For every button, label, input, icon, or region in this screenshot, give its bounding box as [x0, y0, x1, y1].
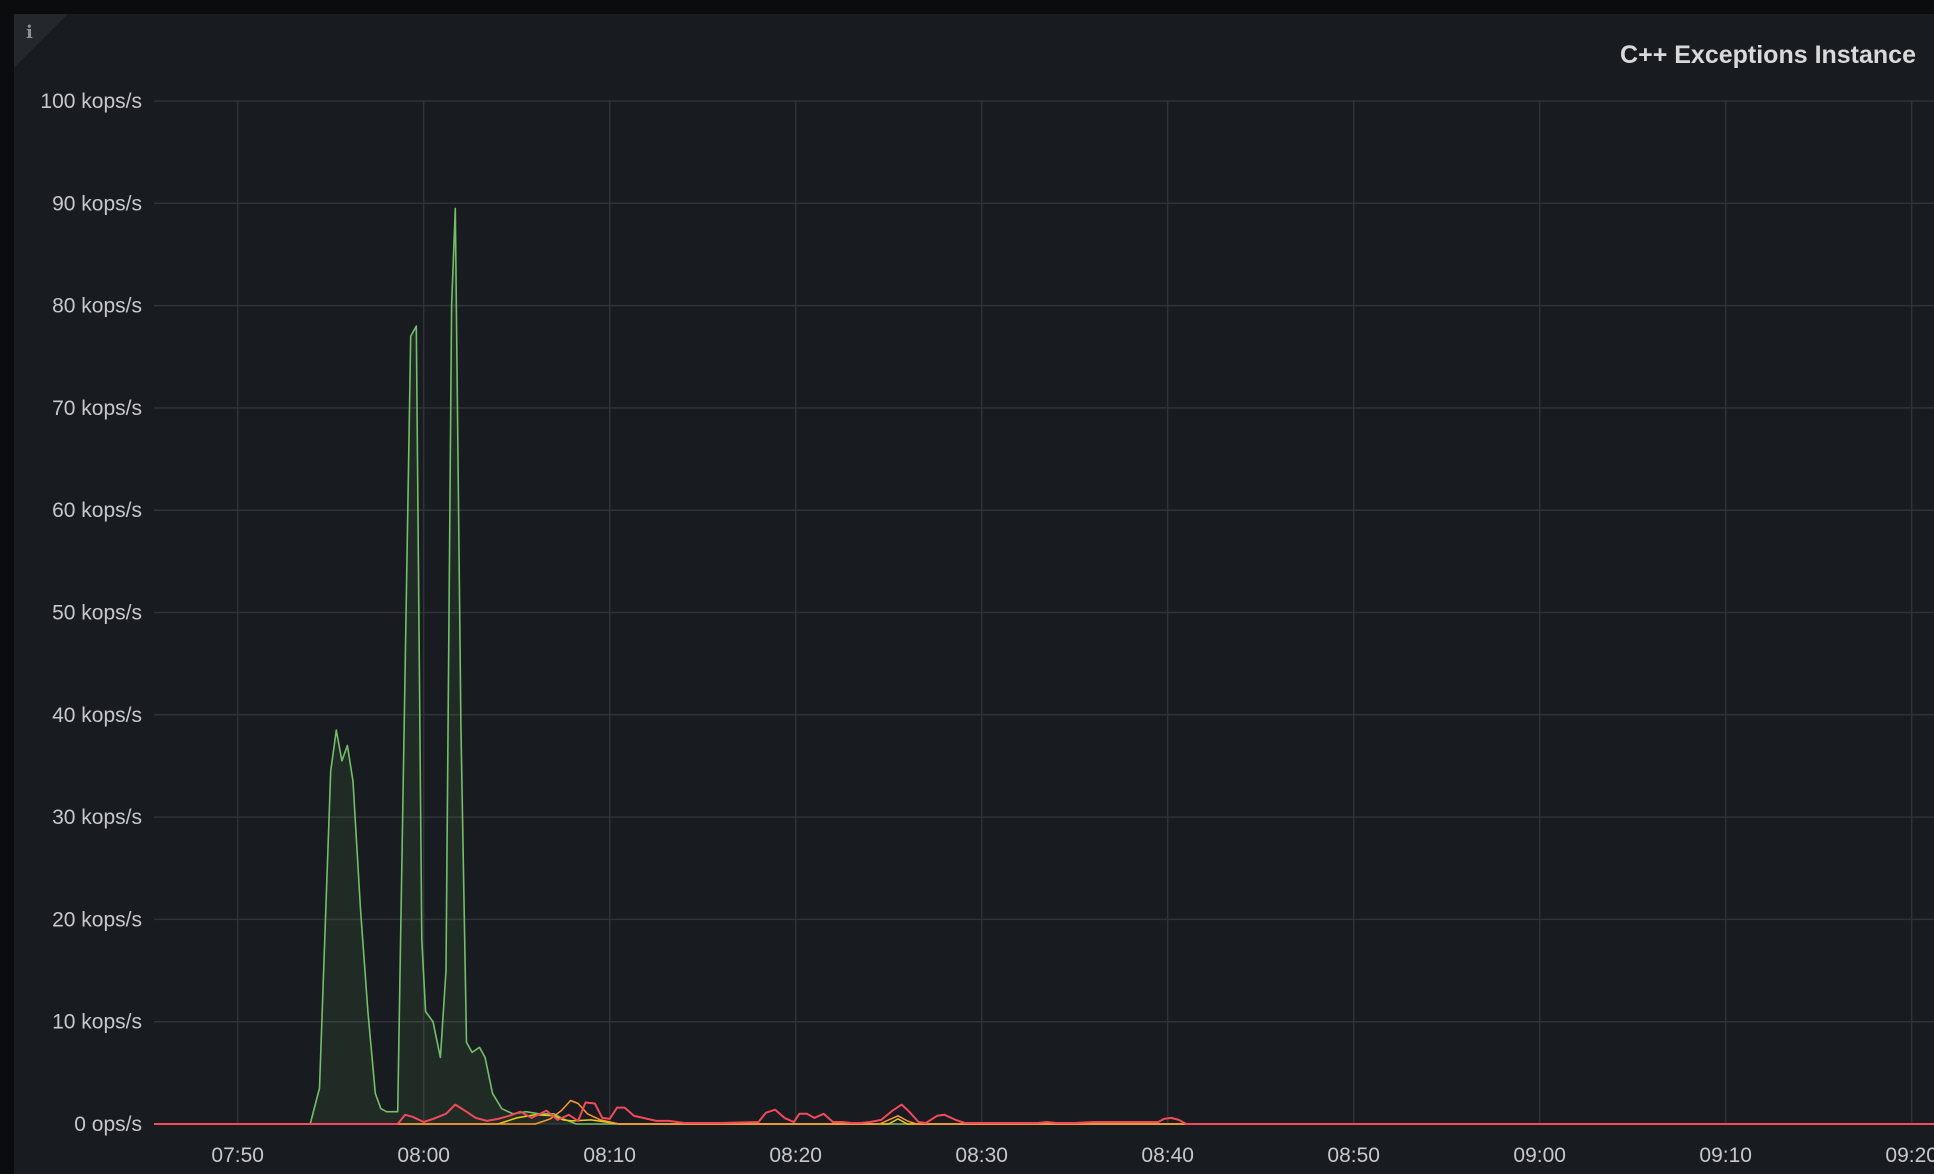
y-tick-label: 80 kops/s: [52, 295, 142, 318]
x-tick-label: 08:20: [769, 1144, 822, 1167]
y-tick-label: 100 kops/s: [40, 90, 142, 113]
series-0-area: [154, 208, 1934, 1124]
y-tick-label: 30 kops/s: [52, 806, 142, 829]
y-tick-label: 70 kops/s: [52, 397, 142, 420]
y-tick-label: 0 ops/s: [74, 1113, 142, 1136]
x-tick-label: 08:10: [583, 1144, 636, 1167]
y-tick-label: 40 kops/s: [52, 704, 142, 727]
info-corner[interactable]: [14, 14, 68, 68]
y-tick-label: 10 kops/s: [52, 1011, 142, 1034]
panel-title[interactable]: C++ Exceptions Instance: [1620, 41, 1916, 70]
chart-panel: 0 ops/s 10 kops/s 20 kops/s 30 kops/s 40 kop…: [14, 14, 1934, 1174]
y-tick-label: 50 kops/s: [52, 602, 142, 625]
x-tick-label: 08:40: [1141, 1144, 1194, 1167]
x-tick-label: 08:00: [397, 1144, 450, 1167]
x-axis: 07:50 08:00 08:10 08:20 08:30 08:40 08:50 09:00…: [211, 1144, 1934, 1167]
x-tick-label: 09:10: [1699, 1144, 1752, 1167]
series-layer[interactable]: [154, 207, 1934, 1125]
y-tick-label: 20 kops/s: [52, 908, 142, 931]
info-icon[interactable]: i: [26, 22, 33, 43]
y-tick-label: 60 kops/s: [52, 499, 142, 522]
y-axis: 0 ops/s 10 kops/s 20 kops/s 30 kops/s 40 kop…: [40, 90, 142, 1136]
x-tick-label: 09:00: [1513, 1144, 1566, 1167]
y-tick-label: 90 kops/s: [52, 192, 142, 215]
timeseries-chart[interactable]: 0 ops/s 10 kops/s 20 kops/s 30 kops/s 40 kop…: [14, 14, 1934, 1174]
x-tick-label: 08:30: [955, 1144, 1008, 1167]
x-tick-label: 08:50: [1327, 1144, 1380, 1167]
x-tick-label: 07:50: [211, 1144, 264, 1167]
x-tick-label: 09:20: [1885, 1144, 1934, 1167]
